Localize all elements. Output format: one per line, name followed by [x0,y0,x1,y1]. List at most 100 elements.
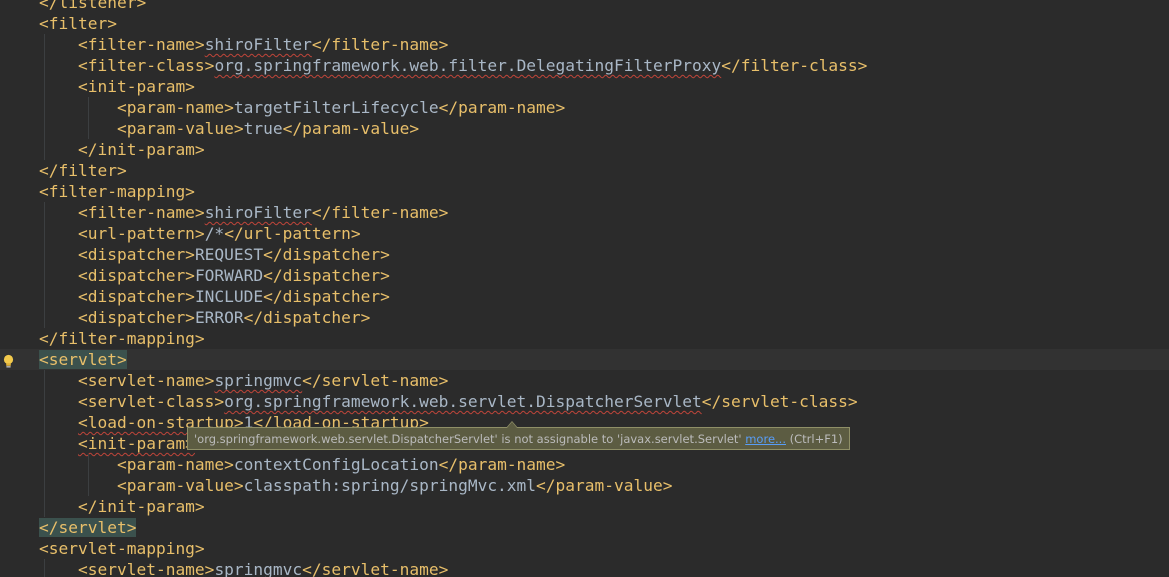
code-token: </dispatcher> [243,308,371,327]
indent-guide [44,223,46,244]
code-token: </filter-name> [311,35,449,54]
indent-guide [44,139,46,160]
code-token: </servlet-name> [302,560,449,577]
indent-guide [44,34,46,55]
code-token: <url-pattern> [77,224,205,243]
code-token: <param-value> [116,119,244,138]
code-token: <filter> [39,14,117,33]
indent-guide [88,454,90,475]
indent-guide [44,265,46,286]
code-line[interactable]: <param-value>true</param-value> [0,118,1169,139]
code-line[interactable]: <filter-name>shiroFilter</filter-name> [0,202,1169,223]
code-token: </dispatcher> [263,245,390,264]
indent-guide [44,433,46,454]
code-token: <servlet> [39,350,127,369]
code-token: REQUEST [194,245,264,264]
code-token: </filter-name> [311,203,449,222]
tooltip-message: 'org.springframework.web.servlet.Dispatc… [194,432,746,446]
indent-guide [44,496,46,517]
code-token: </param-name> [438,98,566,117]
code-line[interactable]: <dispatcher>ERROR</dispatcher> [0,307,1169,328]
code-token: DelegatingFilterProxy [516,56,722,75]
indent-guide [88,118,90,139]
code-token: </filter> [39,161,127,180]
code-editor[interactable]: </listener> <filter> <filter-name>shiroFi… [0,0,1169,577]
code-line[interactable]: </listener> [0,0,1169,13]
code-line[interactable]: </init-param> [0,139,1169,160]
code-line[interactable]: </init-param> [0,496,1169,517]
code-lines[interactable]: </listener> <filter> <filter-name>shiroFi… [0,0,1169,577]
code-token: <servlet-name> [77,371,215,390]
code-token: targetFilterLifecycle [233,98,439,117]
code-line[interactable]: <servlet-name>springmvc</servlet-name> [0,370,1169,391]
code-token: classpath:spring/springMvc.xml [243,476,537,495]
code-line[interactable]: <param-name>contextConfigLocation</param… [0,454,1169,475]
indent-guide [44,76,46,97]
indent-guide [44,559,46,577]
code-token: <filter-class> [77,56,215,75]
code-token: /* [204,224,225,243]
code-line[interactable]: <dispatcher>REQUEST</dispatcher> [0,244,1169,265]
code-token: springmvc [214,371,303,390]
code-token: </init-param> [77,140,205,159]
code-line[interactable]: <filter-mapping> [0,181,1169,202]
code-token: org.springframework.web.servlet.Dispatch… [224,392,702,411]
code-token: <init-param> [77,77,195,96]
indent-guide [44,202,46,223]
code-line[interactable]: <dispatcher>INCLUDE</dispatcher> [0,286,1169,307]
code-line[interactable]: <init-param> [0,76,1169,97]
code-line[interactable]: <servlet-name>springmvc</servlet-name> [0,559,1169,577]
code-token: </servlet> [39,518,137,537]
error-tooltip: 'org.springframework.web.servlet.Dispatc… [187,421,850,450]
code-token: <param-name> [116,455,234,474]
code-token: <filter-name> [77,203,205,222]
code-token: <filter-name> [77,35,205,54]
code-token: springmvc [214,560,303,577]
code-token: true [243,119,283,138]
indent-guide [88,475,90,496]
code-token: org.springframework.web.filter. [214,56,517,75]
code-line[interactable]: <filter> [0,13,1169,34]
indent-guide [88,97,90,118]
code-line[interactable]: <servlet> [0,349,1169,370]
code-token: </filter-mapping> [39,329,205,348]
code-token: </listener> [39,0,147,12]
code-line[interactable]: </filter> [0,160,1169,181]
code-token: <servlet-class> [77,392,225,411]
code-line[interactable]: <param-name>targetFilterLifecycle</param… [0,97,1169,118]
code-line[interactable]: <param-value>classpath:spring/springMvc.… [0,475,1169,496]
code-line[interactable]: <servlet-class>org.springframework.web.s… [0,391,1169,412]
indent-guide [44,244,46,265]
code-token: </param-value> [282,119,420,138]
code-token: <init-param> [77,434,195,453]
code-token: </servlet-class> [701,392,858,411]
code-line[interactable]: </filter-mapping> [0,328,1169,349]
code-token: <dispatcher> [77,245,195,264]
indent-guide [44,412,46,433]
code-token: <param-name> [116,98,234,117]
tooltip-more-link[interactable]: more... [745,432,786,446]
lightbulb-icon[interactable] [2,354,15,369]
indent-guide [44,391,46,412]
code-line[interactable]: <filter-name>shiroFilter</filter-name> [0,34,1169,55]
code-token: </dispatcher> [263,287,390,306]
code-token: <param-value> [116,476,244,495]
code-token: </filter-class> [721,56,868,75]
code-token: <filter-mapping> [39,182,195,201]
code-line[interactable]: <dispatcher>FORWARD</dispatcher> [0,265,1169,286]
code-line[interactable]: <url-pattern>/*</url-pattern> [0,223,1169,244]
code-token: </param-name> [438,455,566,474]
code-line[interactable]: <servlet-mapping> [0,538,1169,559]
indent-guide [44,286,46,307]
code-token: <dispatcher> [77,266,195,285]
indent-guide [44,307,46,328]
code-line[interactable]: <filter-class>org.springframework.web.fi… [0,55,1169,76]
code-token: shiroFilter [204,203,312,222]
indent-guide [44,55,46,76]
code-line[interactable]: </servlet> [0,517,1169,538]
code-token: </servlet-name> [302,371,449,390]
indent-guide [44,118,46,139]
